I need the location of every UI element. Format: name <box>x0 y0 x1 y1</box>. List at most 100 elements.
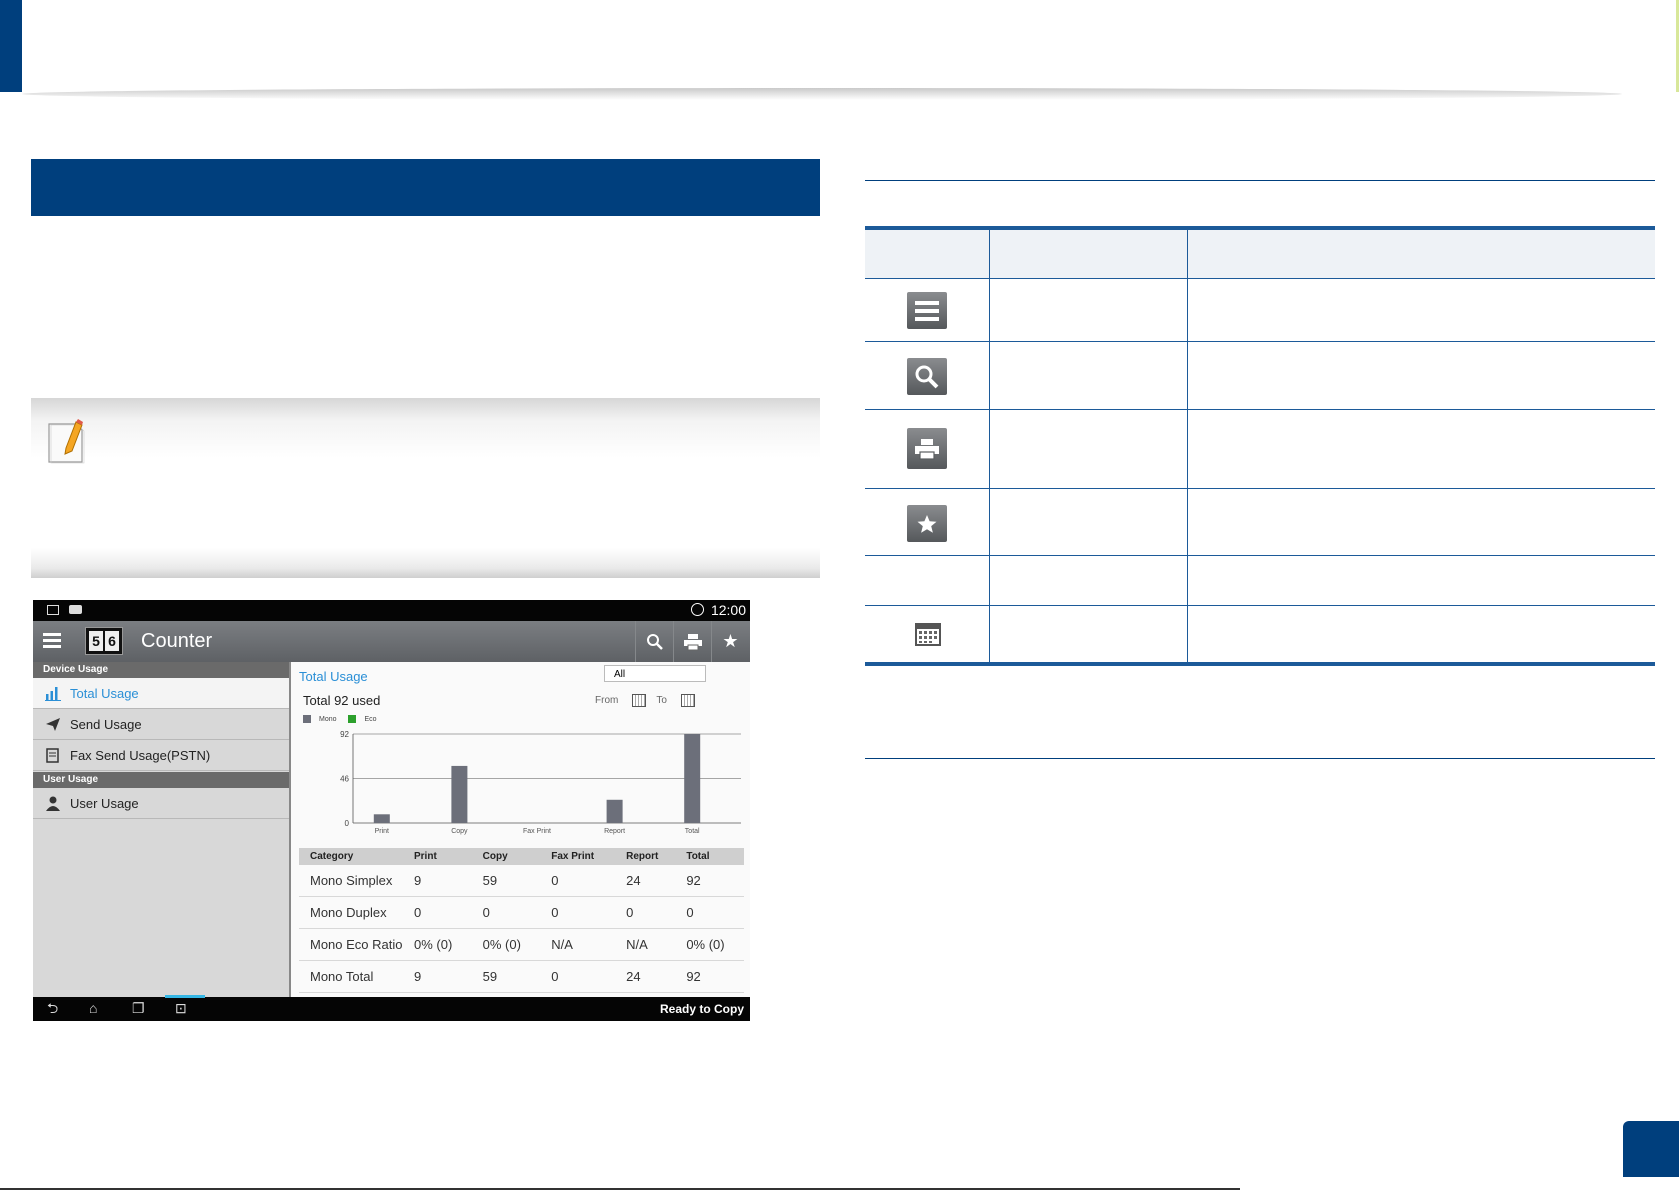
from-calendar-icon[interactable] <box>632 694 647 707</box>
x-tick-label: Copy <box>451 828 468 835</box>
sidebar-item-send-usage[interactable]: Send Usage <box>33 709 289 740</box>
table-cell: 0 <box>471 896 541 929</box>
star-icon: ★ <box>722 631 739 651</box>
table-row <box>865 606 1655 662</box>
table-cell: 0% (0) <box>403 928 472 961</box>
search-button[interactable] <box>635 621 673 662</box>
table-cell: 24 <box>615 865 676 897</box>
logo-digit: 5 <box>89 631 103 651</box>
y-tick-label: 92 <box>340 730 349 739</box>
menu-icon[interactable] <box>43 633 61 649</box>
table-header-cell: Fax Print <box>540 848 616 865</box>
table-cell: Mono Simplex <box>299 865 403 897</box>
star-icon <box>907 505 947 542</box>
x-tick-label: Fax Print <box>523 828 551 835</box>
home-icon[interactable]: ⌂ <box>89 1001 105 1015</box>
sidebar: Device Usage Total Usage Send Usage Fax … <box>33 662 291 998</box>
sidebar-item-user-usage[interactable]: User Usage <box>33 788 289 819</box>
table-cell: 0 <box>403 896 472 929</box>
table-cell: 0 <box>540 865 616 897</box>
note-box <box>31 398 820 578</box>
column-divider <box>989 230 990 662</box>
status-bar: 12:00 <box>33 600 750 621</box>
table-cell: 0% (0) <box>471 928 541 961</box>
table-row <box>865 489 1655 556</box>
sidebar-item-total-usage[interactable]: Total Usage <box>33 678 289 709</box>
sidebar-section-device-usage: Device Usage <box>33 662 289 678</box>
screenshot-icon[interactable]: ⊡ <box>175 1001 191 1015</box>
table-cell: 0 <box>540 960 616 993</box>
top-rule <box>865 180 1655 181</box>
table-row <box>865 279 1655 342</box>
table-cell: N/A <box>540 928 616 961</box>
app-bar: 5 6 Counter ★ <box>33 621 750 662</box>
calendar-icon <box>915 622 941 646</box>
content-heading: Total Usage <box>299 669 368 684</box>
send-icon <box>46 718 60 731</box>
favorite-button[interactable]: ★ <box>711 621 749 662</box>
x-tick-label: Report <box>604 828 625 835</box>
app-title: Counter <box>141 630 213 652</box>
table-cell: Mono Duplex <box>299 896 403 929</box>
sidebar-item-fax-send-usage[interactable]: Fax Send Usage(PSTN) <box>33 740 289 771</box>
status-time: 12:00 <box>710 602 746 618</box>
search-icon <box>907 358 947 395</box>
table-header-cell: Total <box>675 848 744 865</box>
sidebar-section-user-usage: User Usage <box>33 772 289 788</box>
icon-reference-table <box>865 226 1655 666</box>
y-tick-label: 0 <box>345 819 350 828</box>
date-range: From To <box>595 694 705 707</box>
table-cell: 0 <box>615 896 676 929</box>
image-icon <box>47 605 59 615</box>
table-row: Mono Duplex 0 0 0 0 0 <box>299 896 744 929</box>
globe-icon <box>691 603 704 616</box>
total-usage-text: Total 92 used <box>303 693 381 708</box>
bar-mono <box>451 765 468 823</box>
fax-icon <box>46 748 59 763</box>
table-cell: 9 <box>403 865 472 897</box>
printer-icon <box>683 633 702 650</box>
back-icon[interactable]: ⮌ <box>47 1001 63 1015</box>
section-title-bar <box>31 159 820 216</box>
bar-mono <box>373 814 390 823</box>
column-divider <box>1187 230 1188 662</box>
usage-filter-select[interactable]: All <box>604 665 706 682</box>
x-tick-label: Total <box>685 828 700 835</box>
y-tick-label: 46 <box>340 775 349 784</box>
sidebar-item-label: Fax Send Usage(PSTN) <box>70 748 211 763</box>
header-shadow <box>22 88 1622 100</box>
table-cell: 92 <box>675 960 744 993</box>
from-label: From <box>595 695 619 707</box>
recent-apps-icon[interactable]: ❐ <box>132 1001 148 1015</box>
to-label: To <box>656 695 667 707</box>
table-cell: 24 <box>615 960 676 993</box>
print-button[interactable] <box>673 621 711 662</box>
table-cell: 59 <box>471 960 541 993</box>
bar-mono <box>684 734 701 823</box>
table-cell: 59 <box>471 865 541 897</box>
nav-indicator <box>165 995 205 998</box>
header-accent-bar <box>0 0 22 92</box>
content-panel: Total Usage All Total 92 used From To Mon… <box>291 662 750 998</box>
table-cell: 0 <box>675 896 744 929</box>
x-tick-label: Print <box>375 828 389 835</box>
bottom-rule <box>865 758 1655 759</box>
table-cell: 0 <box>540 896 616 929</box>
sidebar-item-label: Send Usage <box>70 717 142 732</box>
table-row: Mono Total 9 59 0 24 92 <box>299 960 744 993</box>
to-calendar-icon[interactable] <box>680 694 695 707</box>
table-header-row <box>865 230 1655 279</box>
table-cell: 9 <box>403 960 472 993</box>
device-screenshot: 12:00 5 6 Counter ★ Device Usage Total U… <box>33 600 750 1021</box>
table-header-cell: Report <box>615 848 676 865</box>
device-status-message: Ready to Copy <box>659 1002 744 1016</box>
table-cell: 92 <box>675 865 744 897</box>
table-cell: Mono Eco Ratio <box>299 928 403 961</box>
footer-line <box>0 1188 1240 1190</box>
table-header-cell: Print <box>403 848 472 865</box>
usage-bar-chart: 0 46 92 Print Copy Fax Print Report Total <box>340 730 741 835</box>
logo-digit: 6 <box>105 631 119 651</box>
printer-icon <box>907 428 947 469</box>
table-cell: 0% (0) <box>675 928 744 961</box>
table-header-cell: Category <box>299 848 403 865</box>
